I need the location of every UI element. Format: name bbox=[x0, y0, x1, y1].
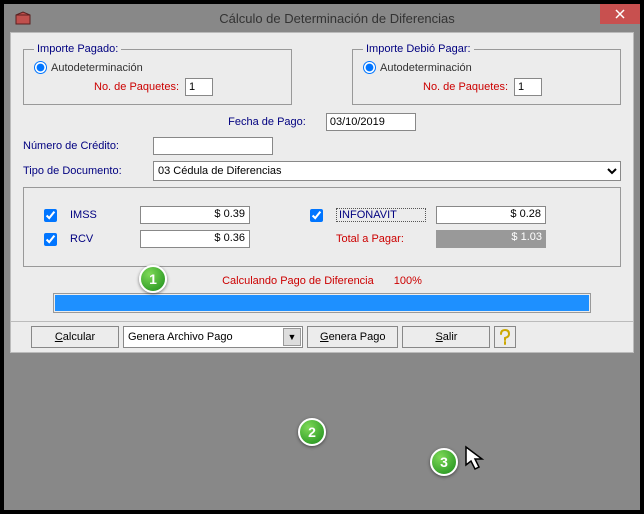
label-rcv: RCV bbox=[70, 233, 130, 245]
button-row: Calcular Genera Archivo Pago ▼ Genera Pa… bbox=[11, 321, 633, 352]
salir-button[interactable]: Salir bbox=[402, 326, 490, 348]
amounts-box: IMSS $ 0.39 INFONAVIT $ 0.28 RCV $ 0.36 … bbox=[23, 187, 621, 267]
label-total: Total a Pagar: bbox=[336, 233, 426, 245]
label-paquetes-debio: No. de Paquetes: bbox=[423, 81, 508, 93]
input-fecha-pago[interactable] bbox=[326, 113, 416, 131]
combo-text: Genera Archivo Pago bbox=[128, 331, 233, 343]
group-importe-debio: Importe Debió Pagar: Autodeterminación N… bbox=[352, 43, 621, 105]
progress-fill bbox=[55, 295, 589, 311]
app-icon bbox=[12, 7, 34, 29]
close-icon bbox=[615, 9, 625, 19]
status-percent: 100% bbox=[394, 275, 422, 287]
label-fecha-pago: Fecha de Pago: bbox=[228, 116, 306, 128]
annotation-badge-3: 3 bbox=[430, 448, 458, 476]
radio-label-debio: Autodeterminación bbox=[380, 62, 472, 74]
select-tipo-doc[interactable]: 03 Cédula de Diferencias bbox=[153, 161, 621, 181]
amount-imss: $ 0.39 bbox=[140, 206, 250, 224]
radio-autodet-pagado[interactable] bbox=[34, 61, 47, 74]
titlebar: Cálculo de Determinación de Diferencias bbox=[4, 4, 640, 32]
radio-autodet-debio[interactable] bbox=[363, 61, 376, 74]
checkbox-imss[interactable] bbox=[44, 209, 57, 222]
amount-total: $ 1.03 bbox=[436, 230, 546, 248]
legend-debio: Importe Debió Pagar: bbox=[363, 43, 474, 55]
window-title: Cálculo de Determinación de Diferencias bbox=[34, 11, 640, 26]
label-infonavit: INFONAVIT bbox=[336, 208, 426, 222]
genera-pago-button[interactable]: Genera Pago bbox=[307, 326, 398, 348]
radio-label-pagado: Autodeterminación bbox=[51, 62, 143, 74]
annotation-badge-1: 1 bbox=[139, 265, 167, 293]
label-paquetes-pagado: No. de Paquetes: bbox=[94, 81, 179, 93]
input-paquetes-debio[interactable] bbox=[514, 78, 542, 96]
group-importe-pagado: Importe Pagado: Autodeterminación No. de… bbox=[23, 43, 292, 105]
input-credito[interactable] bbox=[153, 137, 273, 155]
amount-rcv: $ 0.36 bbox=[140, 230, 250, 248]
input-paquetes-pagado[interactable] bbox=[185, 78, 213, 96]
help-button[interactable] bbox=[494, 326, 516, 348]
label-tipo-doc: Tipo de Documento: bbox=[23, 165, 153, 177]
cursor-icon bbox=[464, 445, 488, 473]
amount-infonavit: $ 0.28 bbox=[436, 206, 546, 224]
combo-genera-archivo[interactable]: Genera Archivo Pago ▼ bbox=[123, 326, 303, 348]
checkbox-infonavit[interactable] bbox=[310, 209, 323, 222]
calcular-button[interactable]: Calcular bbox=[31, 326, 119, 348]
content-panel: Importe Pagado: Autodeterminación No. de… bbox=[10, 32, 634, 353]
chevron-down-icon: ▼ bbox=[283, 328, 301, 346]
checkbox-rcv[interactable] bbox=[44, 233, 57, 246]
label-credito: Número de Crédito: bbox=[23, 140, 153, 152]
status-text: Calculando Pago de Diferencia bbox=[222, 275, 374, 287]
question-icon bbox=[499, 329, 511, 345]
annotation-badge-2: 2 bbox=[298, 418, 326, 446]
close-button[interactable] bbox=[600, 4, 640, 24]
status-row: Calculando Pago de Diferencia 100% bbox=[23, 275, 621, 287]
label-imss: IMSS bbox=[70, 209, 130, 221]
progress-bar bbox=[53, 293, 591, 313]
legend-pagado: Importe Pagado: bbox=[34, 43, 121, 55]
